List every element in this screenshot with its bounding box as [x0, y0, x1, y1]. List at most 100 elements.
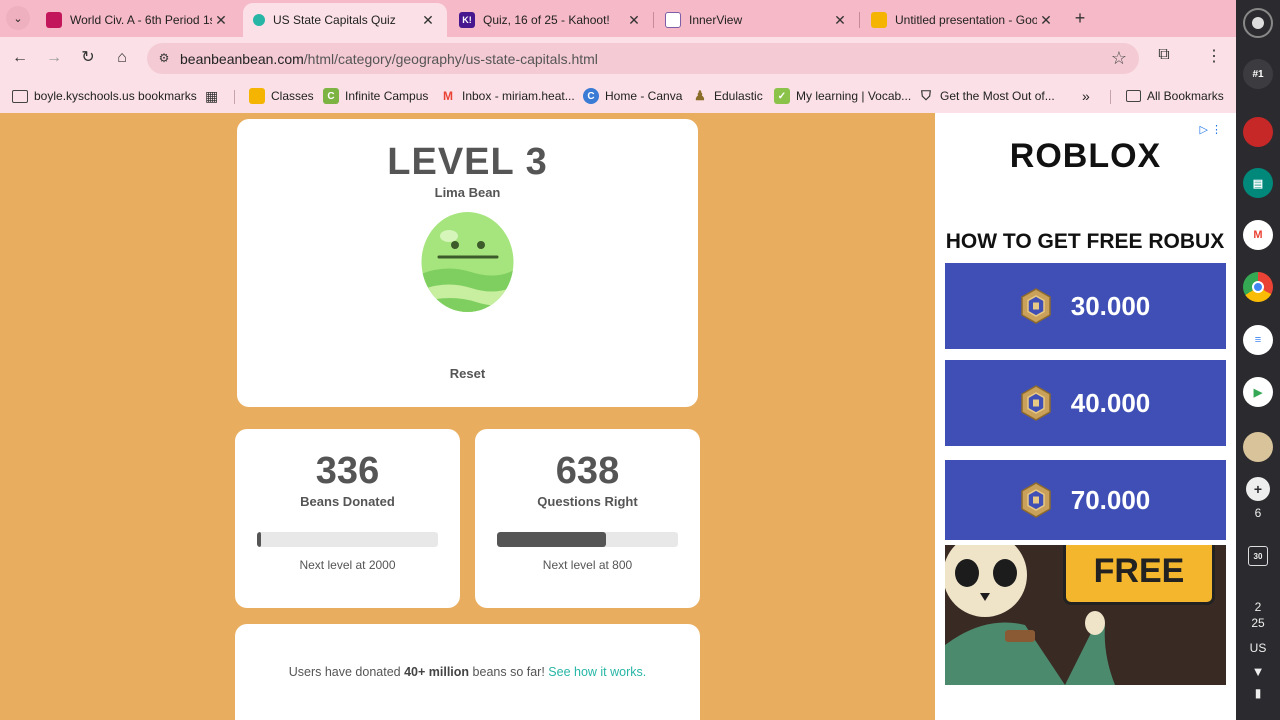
bookmark-boyle[interactable]: boyle.kyschools.us bookmarks — [12, 87, 197, 105]
folder-icon — [12, 89, 28, 103]
calendar-icon[interactable]: 30 — [1248, 546, 1268, 566]
bookmark-inbox[interactable]: M Inbox - miriam.heat... — [440, 87, 575, 105]
tab-divider — [859, 12, 860, 28]
browser-chrome: ⌄ World Civ. A - 6th Period 1s ✕ US Stat… — [0, 0, 1236, 113]
home-icon: ⌂ — [117, 49, 127, 66]
launcher-icon[interactable] — [1243, 8, 1273, 38]
infinite-campus-icon: C — [323, 88, 339, 104]
bookmark-label: Infinite Campus — [345, 89, 429, 103]
robux-coin-icon — [1020, 385, 1051, 421]
site-info-icon[interactable]: ⚙ — [155, 49, 173, 67]
notification-count[interactable]: 6 — [1236, 506, 1280, 520]
tab-title: Untitled presentation - Goog — [895, 13, 1037, 27]
back-button[interactable]: ← — [8, 46, 32, 70]
reload-button[interactable]: ↻ — [76, 46, 100, 70]
chrome-icon[interactable] — [1243, 272, 1273, 302]
close-icon[interactable]: ✕ — [212, 12, 230, 29]
bookmark-classes[interactable]: Classes — [249, 87, 314, 105]
os-shelf: #1 ▤ M ≡ ▶ + 6 30 2 25 US ▼ ▮ — [1236, 0, 1280, 720]
beans-progress-fill — [257, 532, 261, 547]
ad-free-sign: FREE — [1063, 545, 1215, 605]
ad-headline: HOW TO GET FREE ROBUX — [945, 230, 1225, 253]
apps-grid-icon[interactable]: ▦ — [205, 87, 218, 105]
clock-hour[interactable]: 2 — [1236, 600, 1280, 614]
forward-button[interactable]: → — [42, 46, 66, 70]
close-icon[interactable]: ✕ — [1037, 12, 1055, 29]
level-card: LEVEL 3 Lima Bean Reset — [237, 119, 698, 407]
tab-untitled-presentation[interactable]: Untitled presentation - Goog ✕ — [861, 3, 1065, 37]
url-text[interactable]: beanbeanbean.com/html/category/geography… — [180, 51, 598, 67]
app-icon-photo[interactable] — [1243, 432, 1273, 462]
url-path: /html/category/geography/us-state-capita… — [303, 51, 598, 67]
docs-icon[interactable]: ≡ — [1243, 325, 1273, 355]
add-icon[interactable]: + — [1246, 477, 1270, 501]
battery-icon[interactable]: ▮ — [1236, 686, 1280, 700]
new-tab-button[interactable]: + — [1068, 8, 1092, 30]
bookmark-label: Classes — [271, 89, 314, 103]
extensions-icon[interactable]: ⧉ — [1152, 46, 1176, 64]
bookmark-divider — [1110, 90, 1111, 104]
tab-divider — [653, 12, 654, 28]
ad-offer-amount: 30.000 — [1070, 290, 1151, 321]
app-icon-red[interactable] — [1243, 117, 1273, 147]
canva-icon: C — [583, 88, 599, 104]
shield-icon: ⛉ — [921, 88, 931, 103]
desk-badge[interactable]: #1 — [1243, 59, 1273, 89]
input-locale[interactable]: US — [1236, 641, 1280, 655]
tab-search-button[interactable]: ⌄ — [6, 6, 30, 30]
tab-kahoot[interactable]: K! Quiz, 16 of 25 - Kahoot! ✕ — [449, 3, 653, 37]
classroom-icon — [249, 88, 265, 104]
edulastic-icon: ♟ — [694, 88, 706, 103]
bookmark-canva[interactable]: C Home - Canva — [583, 87, 682, 105]
ad-offer-30000[interactable]: 30.000 — [945, 263, 1226, 349]
bookmark-infinite-campus[interactable]: C Infinite Campus — [323, 87, 428, 105]
bookmark-edulastic[interactable]: ♟ Edulastic — [692, 87, 763, 105]
home-button[interactable]: ⌂ — [110, 46, 134, 70]
ad-image[interactable]: FREE — [945, 545, 1226, 685]
beans-donated-card: 336 Beans Donated Next level at 2000 — [235, 429, 460, 608]
see-how-it-works-link[interactable]: See how it works. — [548, 665, 646, 679]
all-bookmarks-label: All Bookmarks — [1147, 89, 1224, 103]
classroom-icon — [46, 12, 62, 28]
reload-icon: ↻ — [81, 49, 95, 66]
gmail-icon[interactable]: M — [1243, 220, 1273, 250]
ad-choices-icon[interactable]: ▷ ⋮ — [1199, 123, 1222, 136]
reset-button[interactable]: Reset — [437, 366, 498, 386]
close-icon[interactable]: ✕ — [831, 12, 849, 29]
folder-icon — [1126, 90, 1141, 102]
tab-innerview[interactable]: InnerView ✕ — [655, 3, 859, 37]
bean-icon — [253, 14, 265, 26]
close-icon[interactable]: ✕ — [625, 12, 643, 29]
classroom-icon[interactable]: ▤ — [1243, 168, 1273, 198]
menu-kebab-icon[interactable]: ⋮ — [1202, 46, 1226, 66]
bookmark-get-the-most[interactable]: ⛉ Get the Most Out of... — [918, 87, 1055, 105]
clock-minute[interactable]: 25 — [1236, 616, 1280, 630]
beans-next-level: Next level at 2000 — [299, 558, 396, 572]
bookmark-label: Home - Canva — [605, 89, 683, 103]
beans-donated-label: Beans Donated — [300, 494, 395, 509]
more-bookmarks-icon[interactable]: » — [1082, 87, 1090, 105]
close-icon[interactable]: ✕ — [419, 12, 437, 29]
tab-us-state-capitals[interactable]: US State Capitals Quiz ✕ — [243, 3, 447, 37]
bookmark-vocab[interactable]: ✓ My learning | Vocab... — [774, 87, 911, 105]
ad-offer-40000[interactable]: 40.000 — [945, 360, 1226, 446]
toolbar: ← → ↻ ⌂ ⚙ beanbeanbean.com/html/category… — [0, 37, 1236, 79]
play-store-icon[interactable]: ▶ — [1243, 377, 1273, 407]
ad-panel[interactable]: ▷ ⋮ ROBLOX HOW TO GET FREE ROBUX 30.000 … — [935, 113, 1236, 720]
wifi-icon[interactable]: ▼ — [1236, 664, 1280, 679]
tab-strip: ⌄ World Civ. A - 6th Period 1s ✕ US Stat… — [0, 0, 1236, 37]
arrow-right-icon: → — [46, 49, 62, 66]
slides-icon — [871, 12, 887, 28]
ad-offer-70000[interactable]: 70.000 — [945, 460, 1226, 540]
ad-brand: ROBLOX — [1009, 137, 1162, 175]
innerview-icon — [665, 12, 681, 28]
bookmark-label: Edulastic — [714, 89, 763, 103]
tab-world-civ[interactable]: World Civ. A - 6th Period 1s ✕ — [36, 3, 240, 37]
address-bar[interactable]: ⚙ beanbeanbean.com/html/category/geograp… — [147, 43, 1139, 74]
bookmark-star-icon[interactable]: ☆ — [1111, 48, 1127, 69]
url-host: beanbeanbean.com — [180, 51, 304, 67]
all-bookmarks[interactable]: All Bookmarks — [1126, 87, 1224, 105]
questions-progress-fill — [497, 532, 606, 547]
questions-right-card: 638 Questions Right Next level at 800 — [475, 429, 700, 608]
lima-bean-icon — [421, 212, 514, 312]
